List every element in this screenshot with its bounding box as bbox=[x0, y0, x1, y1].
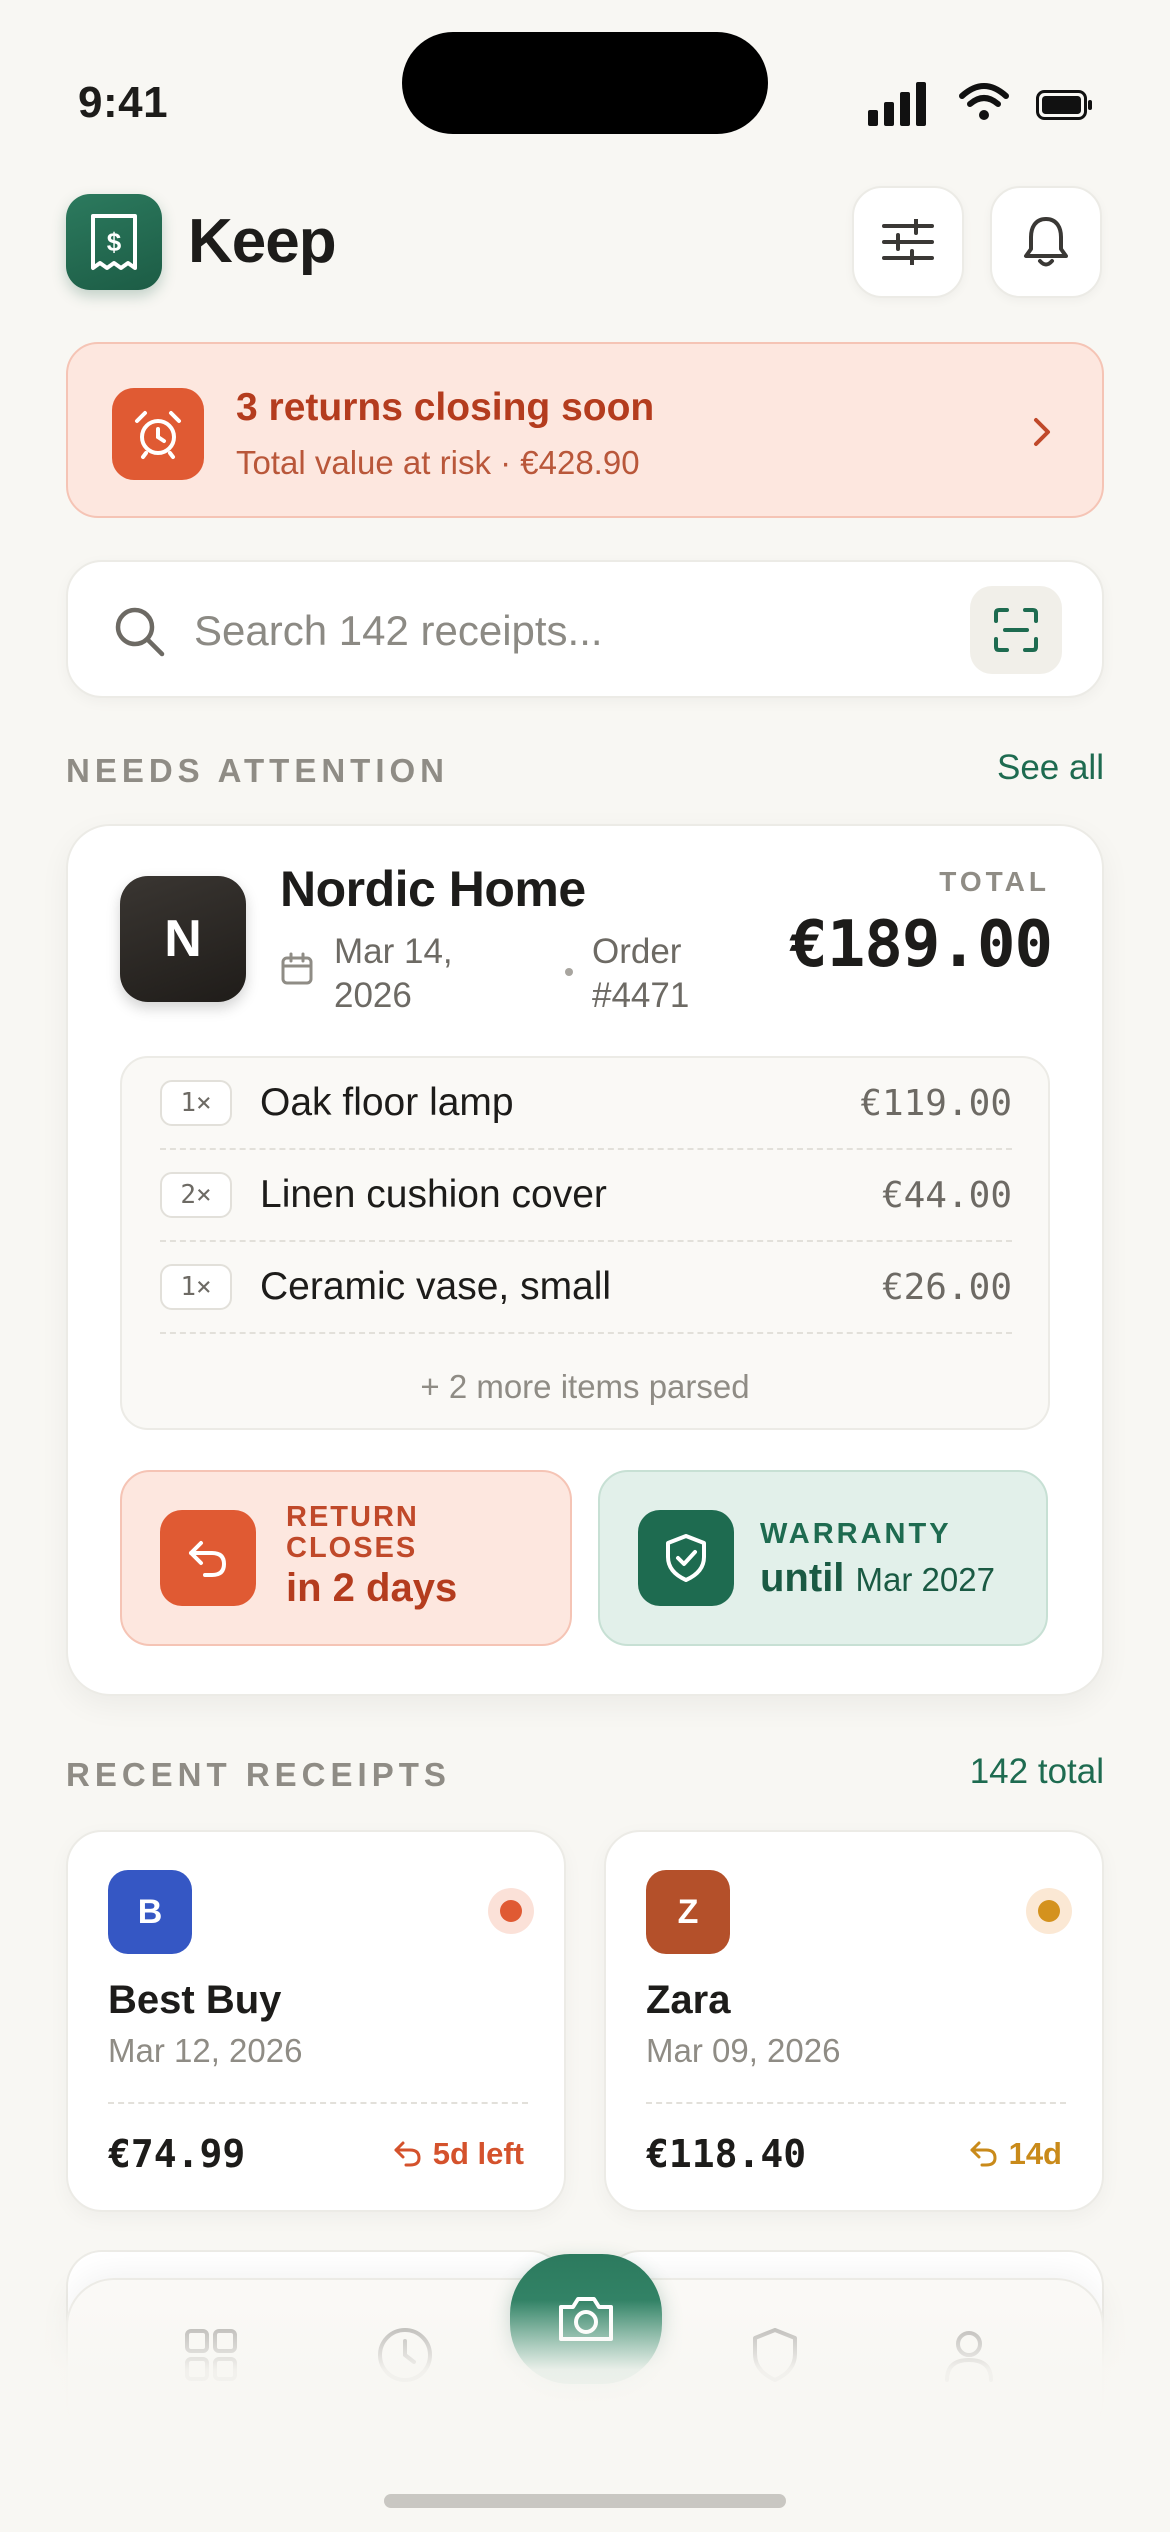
return-value: in 2 days bbox=[286, 1566, 458, 1610]
return-arrow-icon bbox=[160, 1510, 256, 1606]
signal-icon bbox=[868, 82, 926, 126]
alert-title: 3 returns closing soon bbox=[236, 386, 655, 429]
receipt-icon: $ bbox=[91, 214, 137, 270]
item-quantity: 2× bbox=[160, 1172, 232, 1218]
calendar-icon bbox=[281, 952, 313, 985]
line-item: 1× Oak floor lamp €119.00 bbox=[160, 1058, 1012, 1150]
merchant-avatar: Z bbox=[646, 1870, 730, 1954]
item-quantity: 1× bbox=[160, 1264, 232, 1310]
divider bbox=[108, 2102, 528, 2104]
see-all-link[interactable]: See all bbox=[997, 748, 1104, 788]
receipt-card-nordic-home[interactable]: N Nordic Home Mar 14, 2026 Order #4471 T… bbox=[66, 824, 1104, 1696]
line-item: 2× Linen cushion cover €44.00 bbox=[160, 1150, 1012, 1242]
section-label-recent-receipts: RECENT RECEIPTS bbox=[66, 1756, 451, 1793]
shield-check-icon bbox=[638, 1510, 734, 1606]
receipt-date: Mar 14, 2026 bbox=[334, 932, 453, 1015]
receipts-total-count[interactable]: 142 total bbox=[970, 1752, 1104, 1792]
item-name: Linen cushion cover bbox=[260, 1173, 607, 1216]
app-logo: $ bbox=[66, 194, 162, 290]
return-label: RETURN CLOSES bbox=[286, 1501, 419, 1564]
filter-button[interactable] bbox=[852, 186, 964, 298]
item-quantity: 1× bbox=[160, 1080, 232, 1126]
return-days-left: 5d left bbox=[393, 2136, 524, 2172]
warranty-label: WARRANTY bbox=[760, 1518, 952, 1550]
item-price: €44.00 bbox=[881, 1174, 1012, 1216]
search-bar[interactable] bbox=[66, 560, 1104, 698]
separator-dot bbox=[565, 968, 573, 976]
search-input[interactable] bbox=[194, 596, 1014, 666]
chevron-right-icon bbox=[1034, 418, 1050, 446]
line-item: 1× Ceramic vase, small €26.00 bbox=[160, 1242, 1012, 1334]
warranty-value: until Mar 2027 bbox=[760, 1556, 995, 1600]
receipt-card-zara[interactable]: Z Zara Mar 09, 2026 €118.40 14d bbox=[604, 1830, 1104, 2212]
return-window-badge[interactable]: RETURN CLOSES in 2 days bbox=[120, 1470, 572, 1646]
bell-icon bbox=[1024, 217, 1068, 267]
merchant-name: Zara bbox=[646, 1978, 731, 2022]
more-items-link[interactable]: + 2 more items parsed bbox=[122, 1368, 1048, 1406]
search-icon bbox=[115, 607, 165, 657]
receipt-amount: €118.40 bbox=[646, 2132, 807, 2176]
merchant-avatar: N bbox=[120, 876, 246, 1002]
divider bbox=[646, 2102, 1066, 2104]
app-title: Keep bbox=[188, 207, 337, 276]
sliders-icon bbox=[882, 219, 934, 265]
alarm-clock-icon bbox=[112, 388, 204, 480]
total-amount: €189.00 bbox=[789, 908, 1053, 982]
status-time: 9:41 bbox=[78, 78, 169, 127]
merchant-name: Nordic Home bbox=[280, 861, 586, 917]
receipt-amount: €74.99 bbox=[108, 2132, 246, 2176]
alert-subtitle: Total value at risk · €428.90 bbox=[236, 444, 640, 481]
return-arrow-icon bbox=[970, 2141, 997, 2167]
warranty-badge[interactable]: WARRANTY until Mar 2027 bbox=[598, 1470, 1048, 1646]
total-label: TOTAL bbox=[939, 866, 1050, 897]
line-items-list: 1× Oak floor lamp €119.00 2× Linen cushi… bbox=[120, 1056, 1050, 1430]
item-name: Ceramic vase, small bbox=[260, 1265, 612, 1308]
section-label-needs-attention: NEEDS ATTENTION bbox=[66, 752, 450, 789]
receipt-card-best-buy[interactable]: B Best Buy Mar 12, 2026 €74.99 5d left bbox=[66, 1830, 566, 2212]
receipt-date: Mar 09, 2026 bbox=[646, 2032, 841, 2069]
scan-receipt-button[interactable] bbox=[970, 586, 1062, 674]
status-dot bbox=[1026, 1888, 1072, 1934]
merchant-avatar: B bbox=[108, 1870, 192, 1954]
returns-alert-banner[interactable]: 3 returns closing soon Total value at ri… bbox=[66, 342, 1104, 518]
item-price: €119.00 bbox=[860, 1082, 1012, 1124]
return-days-left: 14d bbox=[969, 2136, 1062, 2172]
home-indicator[interactable] bbox=[384, 2494, 786, 2508]
receipt-date: Mar 12, 2026 bbox=[108, 2032, 303, 2069]
item-price: €26.00 bbox=[881, 1266, 1012, 1308]
order-number: Order #4471 bbox=[592, 932, 690, 1015]
return-arrow-icon bbox=[394, 2141, 421, 2167]
scan-icon bbox=[994, 608, 1038, 652]
item-name: Oak floor lamp bbox=[260, 1081, 514, 1124]
status-dot bbox=[488, 1888, 534, 1934]
battery-icon bbox=[1036, 90, 1092, 120]
dynamic-island bbox=[402, 32, 768, 134]
merchant-name: Best Buy bbox=[108, 1978, 282, 2022]
wifi-icon bbox=[959, 83, 1009, 120]
svg-text:$: $ bbox=[107, 227, 122, 257]
notifications-button[interactable] bbox=[990, 186, 1102, 298]
